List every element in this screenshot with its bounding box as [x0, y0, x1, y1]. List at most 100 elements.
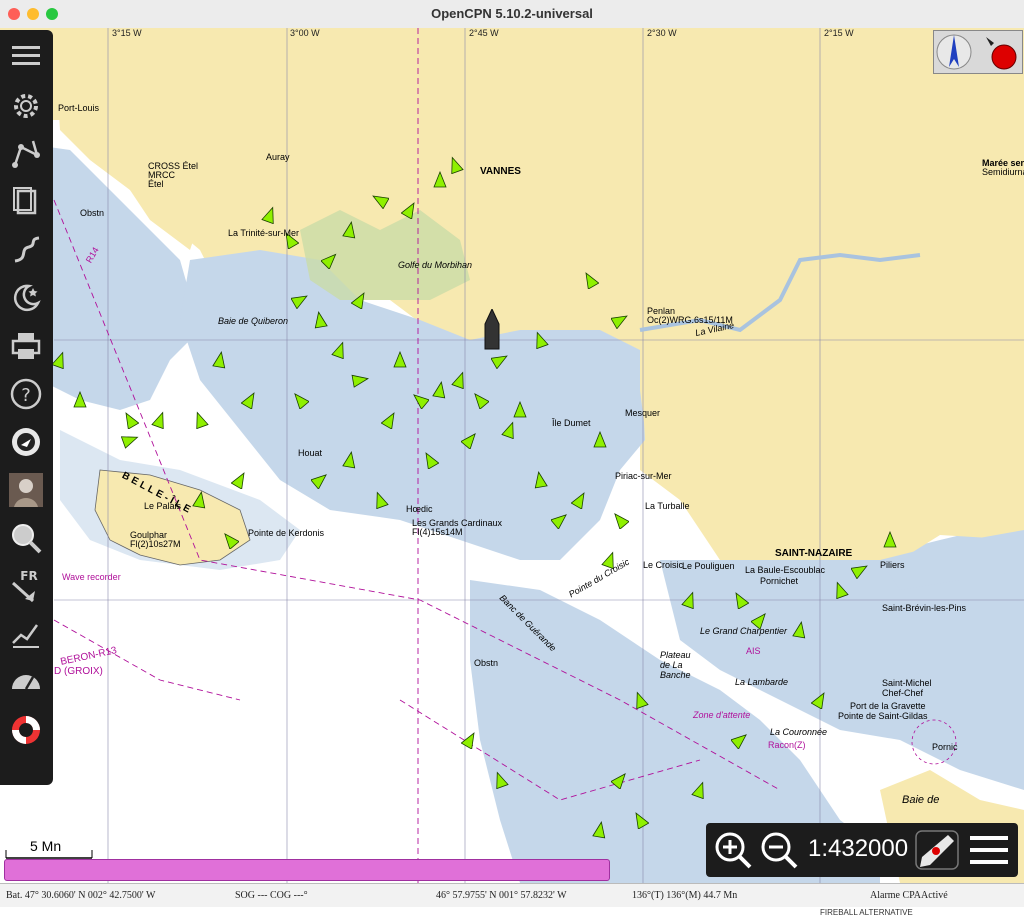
gear-icon[interactable] [6, 86, 46, 126]
ais-target-icon[interactable] [71, 391, 89, 409]
ais-target-icon[interactable] [551, 511, 569, 529]
ais-target-icon[interactable] [511, 401, 529, 419]
ais-target-icon[interactable] [371, 491, 389, 509]
ais-target-icon[interactable] [591, 431, 609, 449]
ais-target-icon[interactable] [611, 311, 629, 329]
ais-target-icon[interactable] [831, 581, 849, 599]
ais-target-icon[interactable] [791, 621, 809, 639]
chart-menu-icon[interactable] [968, 832, 1012, 868]
ais-target-icon[interactable] [501, 421, 519, 439]
search-icon[interactable] [6, 518, 46, 558]
ais-target-icon[interactable] [811, 691, 829, 709]
moon-icon[interactable] [6, 278, 46, 318]
ais-target-icon[interactable] [531, 471, 549, 489]
place-label: Le Croisic [643, 560, 684, 570]
sog-cog: SOG --- COG ---° [235, 890, 308, 901]
ais-target-icon[interactable] [731, 591, 749, 609]
ais-target-list-icon[interactable] [6, 422, 46, 462]
help-icon[interactable]: ? [6, 374, 46, 414]
own-ship-icon[interactable] [484, 309, 500, 353]
avatar[interactable] [6, 470, 46, 510]
lifebuoy-icon[interactable] [6, 710, 46, 750]
place-label: La Turballe [645, 501, 690, 511]
route-manager-icon[interactable] [6, 182, 46, 222]
background-window-strip: FIREBALL ALTERNATIVE [0, 907, 1024, 918]
ais-target-icon[interactable] [581, 271, 599, 289]
ais-target-icon[interactable] [451, 371, 469, 389]
ais-target-icon[interactable] [191, 411, 209, 429]
ais-target-icon[interactable] [381, 411, 399, 429]
dashboard-icon[interactable] [6, 662, 46, 702]
ais-target-icon[interactable] [731, 731, 749, 749]
ais-target-icon[interactable] [261, 206, 279, 224]
place-label: Île Dumet [552, 418, 591, 428]
ais-target-icon[interactable] [681, 591, 699, 609]
ais-target-icon[interactable] [121, 431, 139, 449]
ais-target-icon[interactable] [491, 771, 509, 789]
ais-target-icon[interactable] [851, 561, 869, 579]
menu-icon[interactable] [6, 36, 46, 76]
ais-target-icon[interactable] [411, 391, 429, 409]
ais-target-icon[interactable] [431, 381, 449, 399]
ais-target-icon[interactable] [391, 351, 409, 369]
ais-target-icon[interactable] [631, 811, 649, 829]
boat-position: Bat. 47° 30.6060' N 002° 42.7500' W [6, 890, 156, 901]
boat-follow-icon[interactable] [914, 829, 960, 871]
place-label: La Trinité-sur-Mer [228, 228, 300, 238]
ais-target-icon[interactable] [341, 221, 359, 239]
ais-target-icon[interactable] [471, 391, 489, 409]
ais-target-icon[interactable] [341, 451, 359, 469]
place-label: La Lambarde [735, 677, 789, 687]
ais-target-icon[interactable] [421, 451, 439, 469]
zone-label: Zone d'attente [693, 710, 751, 720]
ais-target-icon[interactable] [291, 291, 309, 309]
ais-target-icon[interactable] [351, 371, 369, 389]
ais-target-icon[interactable] [291, 391, 309, 409]
ais-target-icon[interactable] [881, 531, 899, 549]
light-label: Fl(4)15s14M [412, 527, 463, 537]
place-label: La Baule-Escoublac [745, 565, 826, 575]
ais-target-icon[interactable] [591, 821, 609, 839]
compass-widget[interactable] [933, 30, 1023, 74]
background-text: FIREBALL ALTERNATIVE [820, 908, 913, 917]
ais-target-icon[interactable] [331, 341, 349, 359]
tracks-icon[interactable] [6, 230, 46, 270]
ais-target-icon[interactable] [401, 201, 419, 219]
ais-target-icon[interactable] [351, 291, 369, 309]
ais-target-icon[interactable] [311, 471, 329, 489]
place-label: Golfe du Morbihan [398, 260, 473, 270]
place-label: Pornichet [760, 576, 799, 586]
ais-target-icon[interactable] [531, 331, 549, 349]
chart-quilt-bar[interactable] [4, 859, 610, 881]
ais-target-icon[interactable] [371, 191, 389, 209]
ais-target-icon[interactable] [611, 771, 629, 789]
print-icon[interactable] [6, 326, 46, 366]
ais-target-icon[interactable] [631, 691, 649, 709]
cursor-position: 46° 57.9755' N 001° 57.8232' W [436, 890, 567, 901]
zoom-out-icon[interactable] [758, 829, 800, 871]
ais-target-icon[interactable] [241, 391, 259, 409]
place-label: Port-Louis [58, 103, 100, 113]
ais-target-icon[interactable] [51, 351, 69, 369]
ais-target-icon[interactable] [446, 156, 464, 174]
place-label: La Couronnée [770, 727, 828, 737]
ais-target-icon[interactable] [571, 491, 589, 509]
zoom-in-icon[interactable] [712, 829, 754, 871]
ais-target-icon[interactable] [221, 531, 239, 549]
tides-icon[interactable] [6, 614, 46, 654]
ais-target-icon[interactable] [491, 351, 509, 369]
ais-target-icon[interactable] [461, 731, 479, 749]
light-label: Fl(2)10s27M [130, 539, 181, 549]
route-icon[interactable] [6, 134, 46, 174]
ais-target-icon[interactable] [461, 431, 479, 449]
ais-target-icon[interactable] [691, 781, 709, 799]
ais-target-icon[interactable] [321, 251, 339, 269]
language-icon[interactable]: FR [6, 566, 46, 606]
ais-target-icon[interactable] [611, 511, 629, 529]
ais-target-icon[interactable] [211, 351, 229, 369]
ais-target-icon[interactable] [151, 411, 169, 429]
ais-target-icon[interactable] [121, 411, 139, 429]
ais-target-icon[interactable] [231, 471, 249, 489]
nautical-chart-canvas[interactable]: 3°15 W 3°00 W 2°45 W 2°30 W 2°15 W VANNE… [0, 28, 1024, 883]
ais-target-icon[interactable] [311, 311, 329, 329]
